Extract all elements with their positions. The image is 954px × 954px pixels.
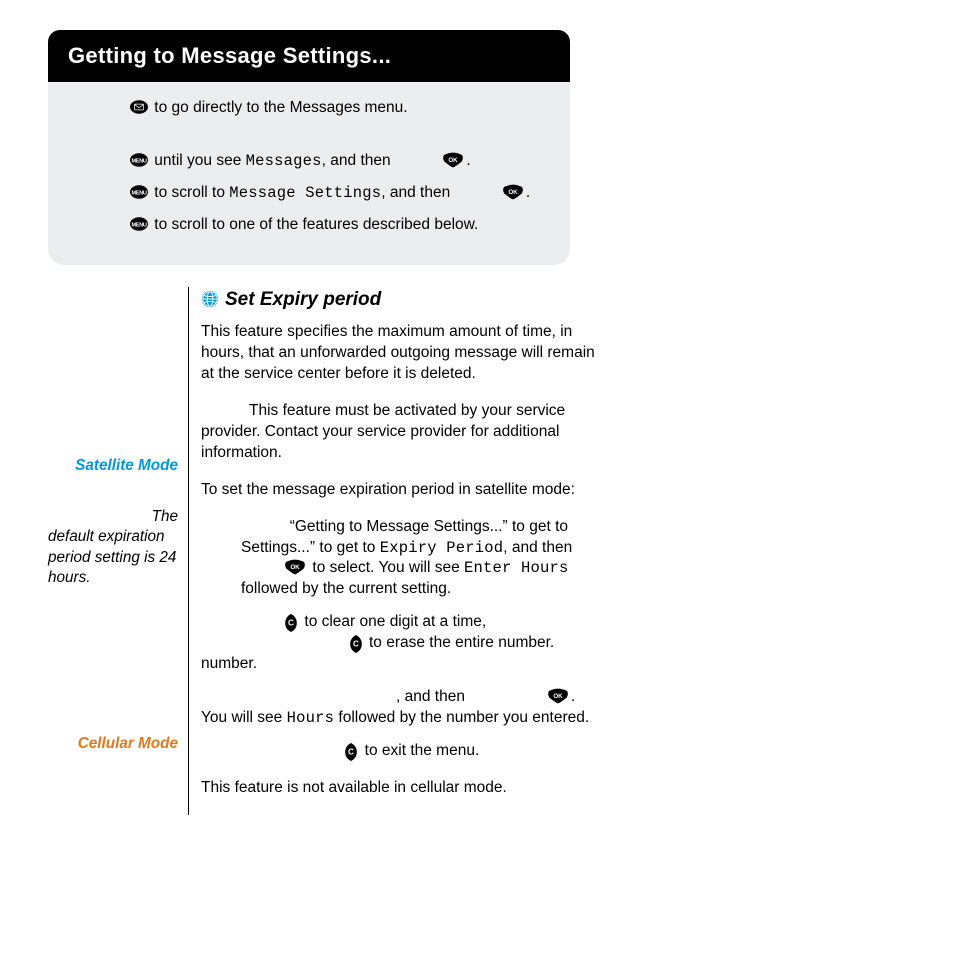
note-rest: default expiration period setting is 24 … <box>48 528 176 586</box>
instruction-text: to scroll to <box>150 184 229 201</box>
section-heading-text: Set Expiry period <box>225 287 381 313</box>
menu-icon <box>130 185 150 201</box>
menu-icon <box>130 153 150 169</box>
sidebar: Satellite Mode The default expiration pe… <box>48 287 189 815</box>
step-text: , and then <box>503 539 572 556</box>
page-title: Getting to Message Settings... <box>48 30 570 82</box>
step-text: number. <box>201 654 608 675</box>
navigation-instructions: to go directly to the Messages menu. unt… <box>48 82 570 265</box>
step-text: to erase the entire number. <box>365 634 555 651</box>
section-heading: Set Expiry period <box>201 287 608 313</box>
ok-icon <box>284 559 308 575</box>
step: Settings...” to get to Expiry Period, an… <box>241 538 608 601</box>
step-text: to select. You will see <box>308 559 464 576</box>
instruction-text: , and then <box>322 152 395 169</box>
page-title-text: Getting to Message Settings... <box>68 43 391 68</box>
ok-icon <box>442 152 466 168</box>
step-text: followed by the current setting. <box>241 580 451 597</box>
main-content: Set Expiry period This feature specifies… <box>189 287 608 815</box>
lcd-text: Expiry Period <box>380 539 504 557</box>
satellite-mode-label: Satellite Mode <box>48 457 178 475</box>
step-text: . <box>571 688 575 705</box>
instruction-row: until you see Messages, and then . <box>130 147 540 175</box>
period-text: . <box>466 152 470 169</box>
step-text: “Getting to Message Settings...” to get … <box>241 517 608 538</box>
step: to clear one digit at a time, to erase t… <box>241 612 608 675</box>
ok-icon <box>547 688 571 704</box>
instruction-text: to go directly to the Messages menu. <box>150 99 408 116</box>
manual-page: Getting to Message Settings... to go dir… <box>0 0 954 815</box>
cellular-mode-label: Cellular Mode <box>48 735 178 753</box>
note-first-word: The <box>48 507 178 528</box>
c-icon <box>349 635 365 651</box>
globe-icon <box>201 290 219 308</box>
step-text: , and then <box>396 688 469 705</box>
paragraph: This feature must be activated by your s… <box>201 401 608 464</box>
c-icon <box>284 614 300 630</box>
instruction-row: to scroll to one of the features describ… <box>130 211 540 238</box>
step: , and then . You will see Hours followed… <box>241 687 608 729</box>
content-area: Satellite Mode The default expiration pe… <box>48 287 608 815</box>
instruction-text: to scroll to one of the features describ… <box>150 216 478 233</box>
step: “Getting to Message Settings...” to get … <box>241 517 608 538</box>
instruction-row: to go directly to the Messages menu. <box>130 94 540 121</box>
lcd-text: Message Settings <box>229 184 381 202</box>
paragraph: This feature specifies the maximum amoun… <box>201 322 608 385</box>
ok-icon <box>502 184 526 200</box>
paragraph: To set the message expiration period in … <box>201 480 608 501</box>
lcd-text: Enter Hours <box>464 559 569 577</box>
instruction-text: , and then <box>381 184 454 201</box>
step-text: You will see Hours followed by the numbe… <box>201 708 608 729</box>
paragraph-text: This feature must be activated by your s… <box>201 401 608 464</box>
lcd-text: Messages <box>246 152 322 170</box>
steps-list: “Getting to Message Settings...” to get … <box>201 517 608 762</box>
envelope-icon <box>130 100 150 116</box>
menu-icon <box>130 217 150 233</box>
paragraph: This feature is not available in cellula… <box>201 778 608 799</box>
c-icon <box>344 743 360 759</box>
instruction-row: to scroll to Message Settings, and then … <box>130 179 540 207</box>
sidebar-note: The default expiration period setting is… <box>48 507 178 590</box>
step-text: Settings...” to get to <box>241 539 380 556</box>
step-text: to clear one digit at a time, <box>300 613 486 630</box>
period-text: . <box>526 184 530 201</box>
instruction-text: until you see <box>150 152 246 169</box>
step: to exit the menu. <box>241 741 608 762</box>
step-text: to exit the menu. <box>360 742 479 759</box>
